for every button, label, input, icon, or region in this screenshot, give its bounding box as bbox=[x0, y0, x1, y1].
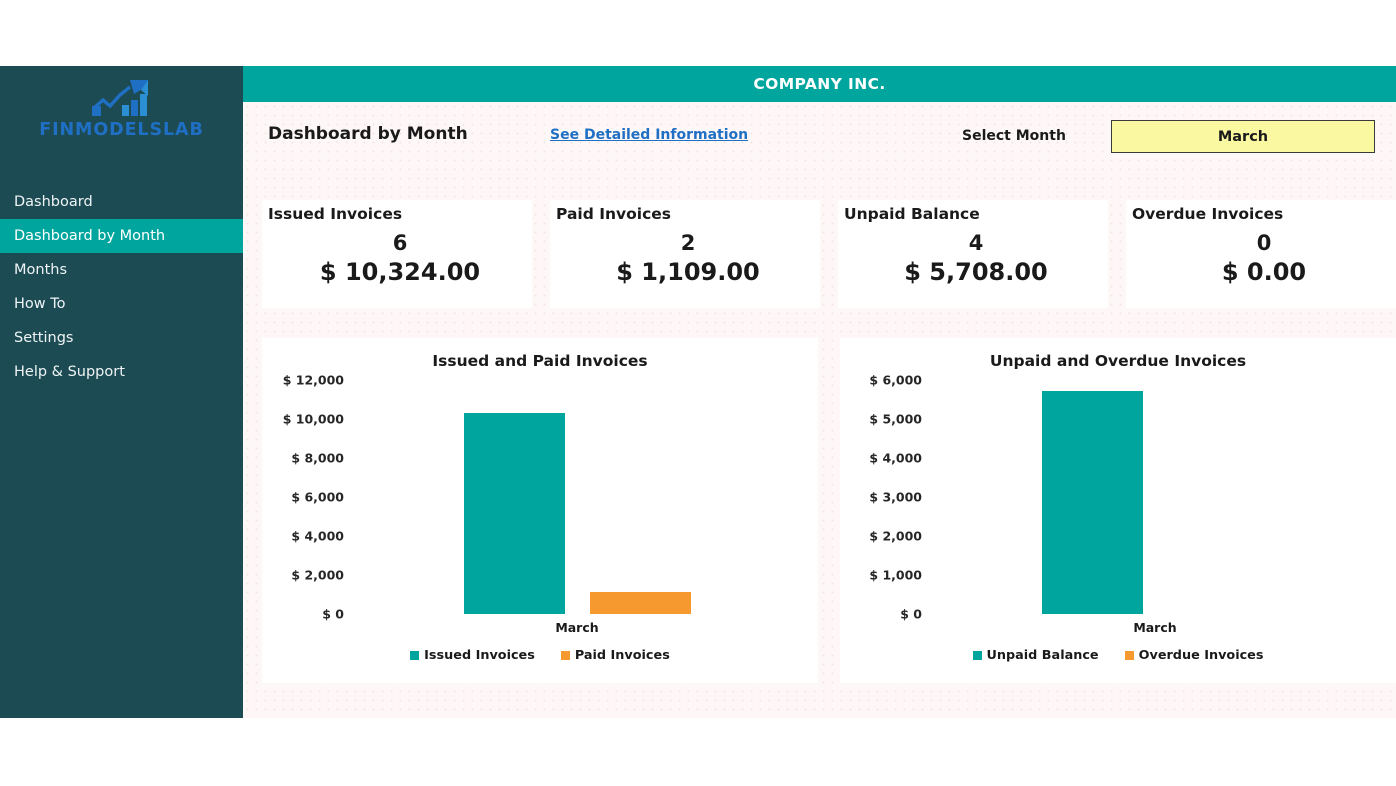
legend-label: Paid Invoices bbox=[574, 648, 670, 663]
y-axis-tick: $ 2,000 bbox=[291, 567, 344, 583]
kpi-amount: $ 5,708.00 bbox=[904, 258, 1048, 286]
x-axis-label: March bbox=[1133, 620, 1177, 635]
legend-item: Unpaid Balance bbox=[972, 648, 1099, 663]
y-axis-tick: $ 3,000 bbox=[869, 489, 922, 505]
y-axis-tick: $ 10,000 bbox=[282, 411, 344, 427]
toolbar: Dashboard by Month See Detailed Informat… bbox=[243, 102, 1396, 168]
y-axis-tick: $ 5,000 bbox=[869, 411, 922, 427]
kpi-amount: $ 1,109.00 bbox=[616, 258, 760, 286]
kpi-count: 4 bbox=[968, 231, 984, 255]
kpi-card-unpaid-balance: Unpaid Balance 4 $ 5,708.00 bbox=[838, 200, 1108, 308]
y-axis-tick: $ 6,000 bbox=[869, 372, 922, 388]
chart-title: Issued and Paid Invoices bbox=[432, 352, 648, 370]
bar-chart-arrow-logo-icon bbox=[91, 80, 148, 116]
kpi-label: Overdue Invoices bbox=[1132, 205, 1284, 223]
y-axis: $ 6,000 $ 5,000 $ 4,000 $ 3,000 $ 2,000 $ 1,0… bbox=[840, 373, 922, 622]
chart-unpaid-and-overdue-invoices: Unpaid and Overdue Invoices $ 6,000 $ 5,0… bbox=[840, 338, 1396, 683]
sidebar: FINMODELSLAB Dashboard Dashboard by Mont… bbox=[0, 66, 243, 718]
page-title: Dashboard by Month bbox=[268, 124, 468, 144]
company-title: COMPANY INC. bbox=[753, 75, 886, 93]
y-axis-tick: $ 8,000 bbox=[291, 450, 344, 466]
chart-legend: Unpaid Balance Overdue Invoices bbox=[840, 648, 1396, 663]
dashboard-app: FINMODELSLAB Dashboard Dashboard by Mont… bbox=[0, 66, 1396, 718]
bar-issued-invoices bbox=[463, 412, 565, 614]
kpi-card-overdue-invoices: Overdue Invoices 0 $ 0.00 bbox=[1126, 200, 1396, 308]
sidebar-nav: Dashboard Dashboard by Month Months How … bbox=[0, 185, 243, 389]
legend-item: Issued Invoices bbox=[410, 648, 535, 663]
kpi-label: Unpaid Balance bbox=[844, 205, 980, 223]
chart-title: Unpaid and Overdue Invoices bbox=[989, 352, 1247, 370]
month-select-dropdown[interactable]: March bbox=[1111, 120, 1375, 153]
legend-label: Issued Invoices bbox=[424, 648, 535, 663]
logo-text: FINMODELSLAB bbox=[39, 120, 204, 140]
sidebar-item-dashboard-by-month[interactable]: Dashboard by Month bbox=[0, 219, 243, 253]
y-axis: $ 12,000 $ 10,000 $ 8,000 $ 6,000 $ 4,000 $ 2… bbox=[262, 373, 344, 622]
kpi-card-paid-invoices: Paid Invoices 2 $ 1,109.00 bbox=[550, 200, 820, 308]
bars-area bbox=[922, 380, 1388, 614]
y-axis-tick: $ 6,000 bbox=[291, 489, 344, 505]
y-axis-tick: $ 1,000 bbox=[869, 567, 922, 583]
legend-swatch-icon bbox=[1124, 651, 1134, 660]
kpi-card-issued-invoices: Issued Invoices 6 $ 10,324.00 bbox=[262, 200, 532, 308]
y-axis-tick: $ 0 bbox=[900, 606, 922, 622]
x-axis-label: March bbox=[555, 620, 599, 635]
kpi-count: 2 bbox=[680, 231, 696, 255]
kpi-row: Issued Invoices 6 $ 10,324.00 Paid Invoi… bbox=[262, 200, 1396, 308]
legend-swatch-icon bbox=[410, 651, 420, 660]
bars-area bbox=[344, 380, 810, 614]
kpi-count: 0 bbox=[1256, 231, 1272, 255]
y-axis-tick: $ 4,000 bbox=[291, 528, 344, 544]
y-axis-tick: $ 2,000 bbox=[869, 528, 922, 544]
kpi-label: Issued Invoices bbox=[268, 205, 403, 223]
kpi-amount: $ 0.00 bbox=[1221, 258, 1307, 286]
sidebar-item-months[interactable]: Months bbox=[0, 253, 243, 287]
legend-swatch-icon bbox=[972, 651, 982, 660]
kpi-amount: $ 10,324.00 bbox=[319, 258, 481, 286]
bar-unpaid-balance bbox=[1041, 391, 1143, 614]
sidebar-item-help-support[interactable]: Help & Support bbox=[0, 355, 243, 389]
main-content: COMPANY INC. Dashboard by Month See Deta… bbox=[243, 66, 1396, 718]
plot-area: $ 6,000 $ 5,000 $ 4,000 $ 3,000 $ 2,000 $ 1,0… bbox=[840, 373, 1396, 622]
month-select-value: March bbox=[1217, 128, 1269, 145]
y-axis-tick: $ 4,000 bbox=[869, 450, 922, 466]
charts-row: Issued and Paid Invoices $ 12,000 $ 10,00… bbox=[262, 338, 1396, 683]
select-month-label: Select Month bbox=[962, 128, 1066, 144]
y-axis-tick: $ 12,000 bbox=[282, 372, 344, 388]
kpi-label: Paid Invoices bbox=[556, 205, 672, 223]
company-title-bar: COMPANY INC. bbox=[243, 66, 1396, 102]
logo: FINMODELSLAB bbox=[0, 66, 243, 166]
see-detailed-information-link[interactable]: See Detailed Information bbox=[550, 127, 748, 143]
chart-issued-and-paid-invoices: Issued and Paid Invoices $ 12,000 $ 10,00… bbox=[262, 338, 818, 683]
legend-label: Unpaid Balance bbox=[986, 648, 1099, 663]
legend-item: Overdue Invoices bbox=[1124, 648, 1264, 663]
kpi-count: 6 bbox=[392, 231, 408, 255]
chart-legend: Issued Invoices Paid Invoices bbox=[262, 648, 818, 663]
sidebar-item-dashboard[interactable]: Dashboard bbox=[0, 185, 243, 219]
legend-swatch-icon bbox=[560, 651, 570, 660]
sidebar-item-settings[interactable]: Settings bbox=[0, 321, 243, 355]
sidebar-item-how-to[interactable]: How To bbox=[0, 287, 243, 321]
y-axis-tick: $ 0 bbox=[322, 606, 344, 622]
legend-item: Paid Invoices bbox=[560, 648, 670, 663]
legend-label: Overdue Invoices bbox=[1138, 648, 1264, 663]
plot-area: $ 12,000 $ 10,000 $ 8,000 $ 6,000 $ 4,000 $ 2… bbox=[262, 373, 818, 622]
bar-paid-invoices bbox=[589, 592, 691, 614]
